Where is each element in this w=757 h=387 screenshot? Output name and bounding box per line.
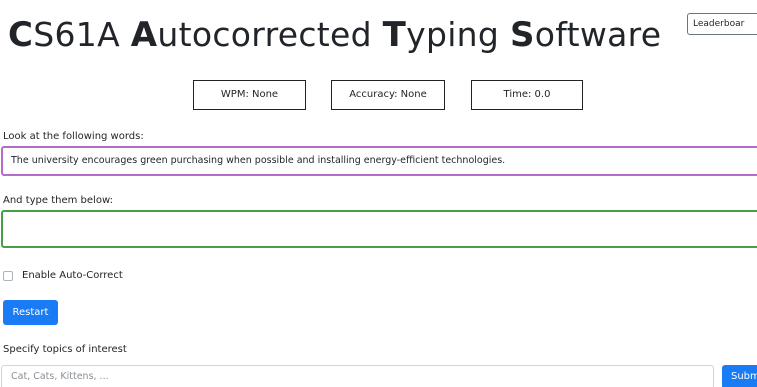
accuracy-stat: Accuracy: None — [331, 80, 445, 110]
typing-app: CS61A Autocorrected Typing Software Lead… — [0, 0, 757, 387]
leaderboard-button[interactable]: Leaderboar — [687, 13, 757, 35]
prompt-text-box: The university encourages green purchasi… — [1, 146, 757, 176]
title-segment-s61a: S61A — [33, 15, 131, 54]
topics-input[interactable]: Cat, Cats, Kittens, ... — [1, 365, 714, 387]
title-initial-a: A — [130, 15, 158, 55]
title-segment-typing: yping — [406, 15, 510, 54]
title-segment-software: oftware — [534, 15, 662, 54]
typing-input[interactable] — [1, 210, 757, 248]
title-initial-t: T — [382, 15, 407, 55]
topics-label: Specify topics of interest — [3, 344, 127, 355]
autocorrect-label[interactable]: Enable Auto-Correct — [22, 269, 123, 283]
time-stat: Time: 0.0 — [471, 80, 583, 110]
submit-button[interactable]: Subm — [722, 365, 757, 387]
wpm-stat: WPM: None — [193, 80, 306, 110]
autocorrect-checkbox[interactable] — [3, 271, 13, 281]
restart-button[interactable]: Restart — [3, 300, 58, 325]
page-title: CS61A Autocorrected Typing Software — [8, 12, 661, 58]
title-initial-c: C — [8, 15, 34, 55]
prompt-label: Look at the following words: — [3, 131, 144, 142]
title-initial-s: S — [509, 15, 535, 55]
title-segment-autocorrected: utocorrected — [157, 15, 383, 54]
typing-label: And type them below: — [3, 195, 113, 206]
autocorrect-row: Enable Auto-Correct — [3, 269, 123, 283]
